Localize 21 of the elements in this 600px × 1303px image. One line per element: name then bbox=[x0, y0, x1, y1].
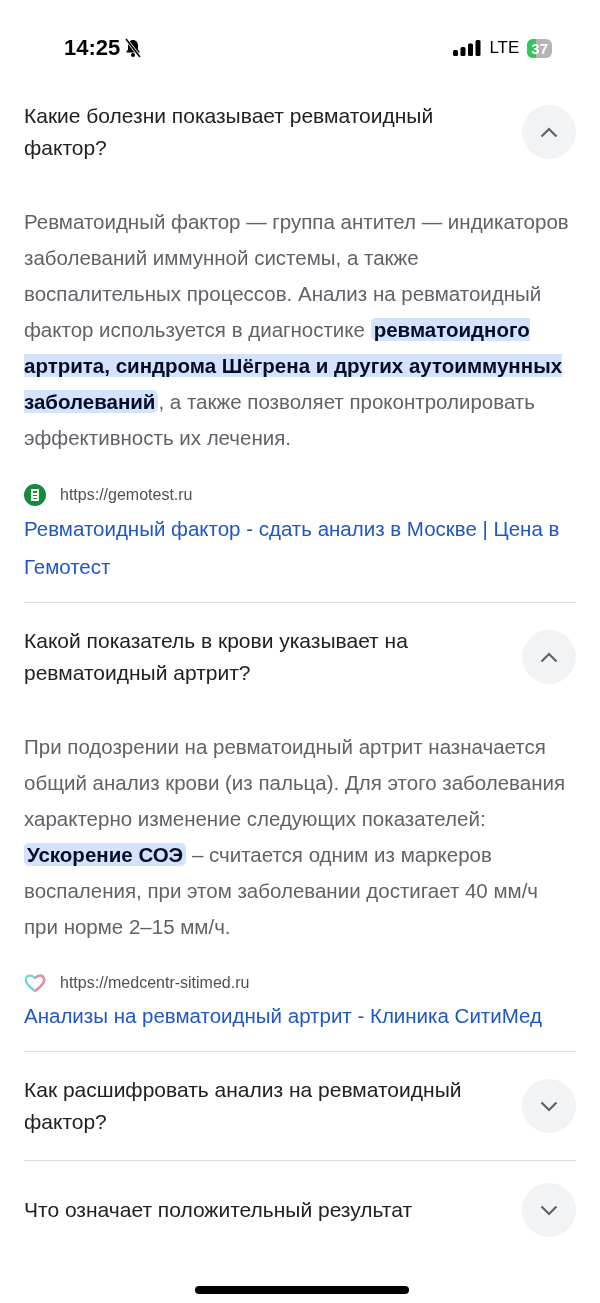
chevron-up-icon bbox=[540, 651, 558, 663]
home-indicator[interactable] bbox=[195, 1286, 409, 1294]
site-logo-icon bbox=[24, 484, 46, 506]
answer-paragraph: При подозрении на ревматоидный артрит назначается общий анализ крови (из пальца). Для этого заболевания характерно изменение следующих показателей: Ускорение СОЭ – считается одним из маркеров воспаления, при этом заболевании достигает 40 мм/ч при норме 2–15 мм/ч. bbox=[24, 734, 567, 940]
signal-icon bbox=[453, 40, 482, 56]
answer-paragraph: Ревматоидный фактор — группа антител — индикаторов заболеваний иммунной системы, а также воспалительных процессов. Анализ на ревматоидный фактор используется в диагностике ревматоидного артрита, синдрома Шёгрена и других аутоиммунных заболеваний, а также позволяет проконтролировать эффективность их лечения. bbox=[24, 209, 570, 451]
result-link[interactable]: Ревматоидный фактор - сдать анализ в Москве | Цена в Гемотест bbox=[24, 510, 576, 586]
network-type: LTE bbox=[489, 38, 520, 58]
clock-time: 14:25 bbox=[64, 35, 121, 61]
chevron-up-icon bbox=[540, 126, 558, 138]
chevron-down-icon bbox=[540, 1100, 558, 1112]
muted-bell-icon bbox=[124, 38, 143, 58]
source-url: https://medcentr-sitimed.ru bbox=[60, 974, 250, 992]
question-text: Как расшифровать анализ на ревматоидный фактор? bbox=[24, 1077, 463, 1135]
question-text: Что означает положительный результат bbox=[24, 1197, 414, 1223]
result-link[interactable]: Анализы на ревматоидный артрит - Клиника СитиМед bbox=[24, 997, 576, 1035]
heart-logo-icon bbox=[24, 973, 46, 993]
source-url: https://gemotest.ru bbox=[60, 486, 193, 504]
question-text: Какой показатель в крови указывает на ревматоидный артрит? bbox=[24, 628, 409, 686]
question-text: Какие болезни показывает ревматоидный фактор? bbox=[24, 103, 435, 161]
chevron-down-icon bbox=[540, 1204, 558, 1216]
